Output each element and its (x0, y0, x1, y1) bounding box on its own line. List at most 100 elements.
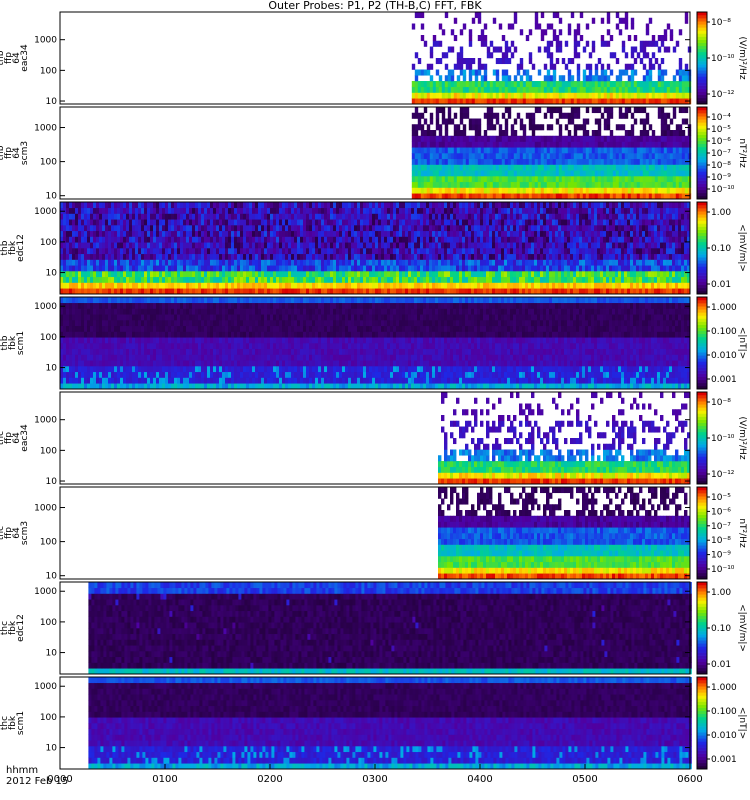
heatmap-cell (237, 225, 241, 232)
heatmap-cell (510, 207, 514, 214)
heatmap-cell (471, 230, 475, 237)
heatmap-cell (303, 253, 307, 260)
heatmap-cell (219, 248, 223, 255)
heatmap-cell (471, 147, 476, 154)
heatmap-cell (501, 253, 505, 260)
heatmap-cell (441, 112, 446, 119)
heatmap-cell (255, 282, 259, 289)
heatmap-cell (531, 265, 535, 272)
heatmap-cell (93, 242, 97, 249)
heatmap-cell (672, 86, 677, 93)
heatmap-cell (534, 158, 539, 165)
colorbar-tick-label: 10⁻⁶ (711, 137, 731, 147)
heatmap-cell (444, 288, 448, 295)
heatmap-cell (507, 81, 512, 88)
heatmap-cell (282, 265, 286, 272)
heatmap-cell (165, 230, 169, 237)
heatmap-cell (648, 141, 653, 148)
heatmap-cell (630, 158, 635, 165)
heatmap-cell (417, 265, 421, 272)
heatmap-cell (489, 259, 493, 266)
heatmap-cell (105, 225, 109, 232)
heatmap-cell (456, 253, 460, 260)
heatmap-cell (609, 81, 614, 88)
heatmap-cell (372, 213, 376, 220)
heatmap-cell (600, 181, 605, 188)
heatmap-cell (462, 164, 467, 171)
heatmap-cell (603, 181, 608, 188)
heatmap-cell (138, 271, 142, 278)
heatmap-cell (648, 17, 653, 24)
heatmap-cell (231, 225, 235, 232)
heatmap-cell (573, 164, 578, 171)
heatmap-cell (501, 153, 506, 160)
heatmap-cell (672, 75, 677, 82)
heatmap-cell (471, 153, 476, 160)
heatmap-cell (396, 202, 400, 209)
heatmap-cell (357, 259, 361, 266)
heatmap-cell (444, 124, 449, 131)
heatmap-cell (69, 288, 73, 295)
heatmap-cell (462, 202, 466, 209)
heatmap-cell (312, 230, 316, 237)
heatmap-cell (285, 288, 289, 295)
heatmap-cell (75, 265, 79, 272)
heatmap-cell (534, 17, 539, 24)
heatmap-cell (120, 248, 124, 255)
heatmap-cell (525, 230, 529, 237)
heatmap-cell (177, 276, 181, 283)
heatmap-cell (555, 147, 560, 154)
heatmap-cell (627, 81, 632, 88)
colorbar-segment (697, 168, 707, 172)
heatmap-cell (585, 236, 589, 243)
heatmap-cell (570, 176, 575, 183)
heatmap-cell (438, 107, 443, 114)
heatmap-cell (417, 135, 422, 142)
heatmap-cell (633, 118, 638, 125)
heatmap-cell (456, 63, 461, 70)
heatmap-cell (588, 86, 593, 93)
heatmap-cell (558, 164, 563, 171)
heatmap-cell (531, 230, 535, 237)
heatmap-cell (192, 271, 196, 278)
heatmap-cell (465, 202, 469, 209)
heatmap-cell (324, 202, 328, 209)
heatmap-cell (573, 236, 577, 243)
heatmap-cell (102, 219, 106, 226)
heatmap-cell (567, 276, 571, 283)
heatmap-cell (504, 81, 509, 88)
heatmap-cell (591, 276, 595, 283)
heatmap-cell (507, 107, 512, 114)
heatmap-cell (387, 282, 391, 289)
heatmap-cell (528, 230, 532, 237)
heatmap-cell (651, 147, 656, 154)
heatmap-cell (438, 135, 443, 142)
heatmap-cell (414, 207, 418, 214)
heatmap-cell (507, 265, 511, 272)
heatmap-cell (441, 236, 445, 243)
heatmap-cell (681, 69, 686, 76)
heatmap-cell (660, 141, 665, 148)
heatmap-cell (414, 98, 419, 105)
heatmap-cell (258, 282, 262, 289)
heatmap-cell (96, 207, 100, 214)
heatmap-cell (75, 282, 79, 289)
heatmap-cell (582, 124, 587, 131)
heatmap-cell (510, 98, 515, 105)
colorbar-tick-label: 10⁻⁹ (711, 173, 731, 183)
heatmap-cell (465, 236, 469, 243)
heatmap-cell (198, 207, 202, 214)
heatmap-cell (675, 158, 680, 165)
heatmap-cell (636, 158, 641, 165)
heatmap-cell (453, 225, 457, 232)
colorbar-segment (697, 76, 707, 80)
heatmap-cell (585, 259, 589, 266)
colorbar-segment (697, 82, 707, 86)
heatmap-cell (606, 187, 611, 194)
heatmap-cell (180, 230, 184, 237)
heatmap-cell (585, 265, 589, 272)
heatmap-cell (555, 141, 560, 148)
heatmap-cell (459, 181, 464, 188)
heatmap-cell (546, 98, 551, 105)
heatmap-cell (576, 141, 581, 148)
